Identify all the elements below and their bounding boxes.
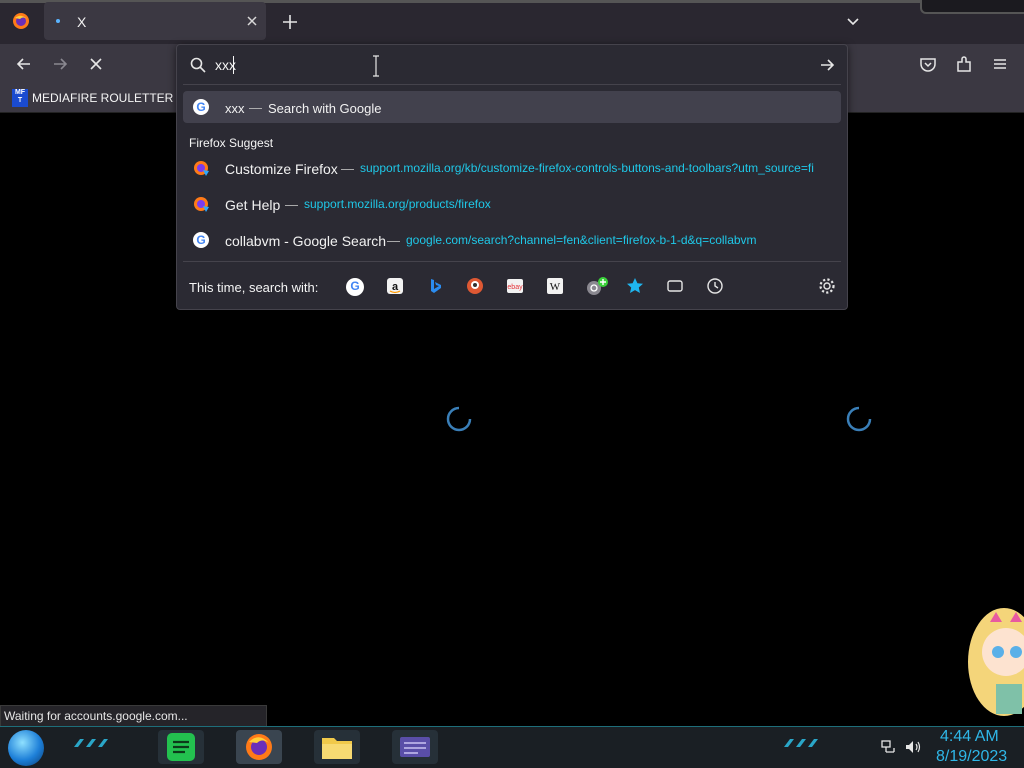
taskbar-decoration <box>72 738 116 748</box>
result-action: Search with Google <box>268 101 382 116</box>
svg-text:W: W <box>550 281 561 293</box>
ibeam-cursor-icon <box>373 55 379 77</box>
stop-icon[interactable] <box>86 54 106 74</box>
gear-icon[interactable] <box>818 277 836 295</box>
firefox-app-icon[interactable] <box>236 730 282 764</box>
history-icon[interactable] <box>706 277 724 295</box>
back-arrow-icon[interactable] <box>14 54 34 74</box>
amazon-icon[interactable]: a <box>386 277 404 295</box>
firefox-help-icon <box>192 159 210 177</box>
result-dash: — <box>387 233 400 248</box>
result-query: xxx <box>225 101 245 116</box>
clock-date[interactable]: 8/19/2023 <box>936 748 1007 766</box>
pocket-icon[interactable] <box>918 54 938 74</box>
start-orb-icon[interactable] <box>8 730 44 766</box>
google-icon: G <box>193 99 209 115</box>
firefox-logo-icon[interactable] <box>12 12 30 30</box>
result-title: collabvm - Google Search <box>225 233 387 249</box>
duckduckgo-icon[interactable] <box>466 277 484 295</box>
hamburger-menu-icon[interactable] <box>990 54 1010 74</box>
firefox-help-icon <box>192 195 210 213</box>
google-icon: G <box>193 232 209 248</box>
app-window-icon[interactable] <box>392 730 438 764</box>
result-dash: — <box>341 161 354 176</box>
svg-text:a: a <box>392 281 399 293</box>
search-icon <box>189 56 207 74</box>
divider <box>183 84 841 85</box>
bing-icon[interactable] <box>426 277 444 295</box>
loading-spinner-icon <box>445 405 473 433</box>
clock-time[interactable]: 4:44 AM <box>940 728 999 746</box>
chevron-down-icon[interactable] <box>844 13 862 31</box>
volume-icon[interactable] <box>904 738 922 756</box>
taskbar <box>0 727 1024 768</box>
result-dash: — <box>249 100 262 115</box>
bookmark-item[interactable]: MEDIAFIRE ROULETTER <box>32 91 173 105</box>
window-decoration <box>920 0 1024 14</box>
google-icon[interactable]: G <box>346 278 364 296</box>
spotify-app-icon[interactable] <box>158 730 204 764</box>
bookmarks-icon[interactable] <box>626 277 644 295</box>
loading-spinner-icon <box>845 405 873 433</box>
ebay-icon[interactable]: ebay <box>506 277 524 295</box>
tab-title: X <box>77 14 87 30</box>
taskbar-decoration <box>782 738 826 748</box>
svg-text:ebay: ebay <box>507 284 523 291</box>
result-url: support.mozilla.org/kb/customize-firefox… <box>360 161 814 175</box>
section-header: Firefox Suggest <box>189 136 274 150</box>
status-text: Waiting for accounts.google.com... <box>4 709 188 723</box>
file-explorer-app-icon[interactable] <box>314 730 360 764</box>
go-arrow-icon[interactable] <box>817 55 837 75</box>
search-with-label: This time, search with: <box>189 280 319 295</box>
tab-loading-indicator <box>56 19 60 23</box>
add-search-icon[interactable] <box>586 277 608 295</box>
text-caret <box>233 56 234 74</box>
character-image <box>962 602 1024 722</box>
new-tab-icon[interactable] <box>280 12 300 32</box>
result-url: google.com/search?channel=fen&client=fir… <box>406 233 757 247</box>
tab-close-icon[interactable] <box>244 13 260 29</box>
forward-arrow-icon[interactable] <box>50 54 70 74</box>
result-title: Customize Firefox <box>225 161 338 177</box>
bookmark-favicon: MF T <box>12 89 28 107</box>
result-url: support.mozilla.org/products/firefox <box>304 197 491 211</box>
divider <box>183 261 841 262</box>
extensions-icon[interactable] <box>954 54 974 74</box>
tabs-icon[interactable] <box>666 277 684 295</box>
result-title: Get Help <box>225 197 281 213</box>
network-icon[interactable] <box>880 738 898 756</box>
result-dash: — <box>285 197 298 212</box>
wikipedia-icon[interactable]: W <box>546 277 564 295</box>
